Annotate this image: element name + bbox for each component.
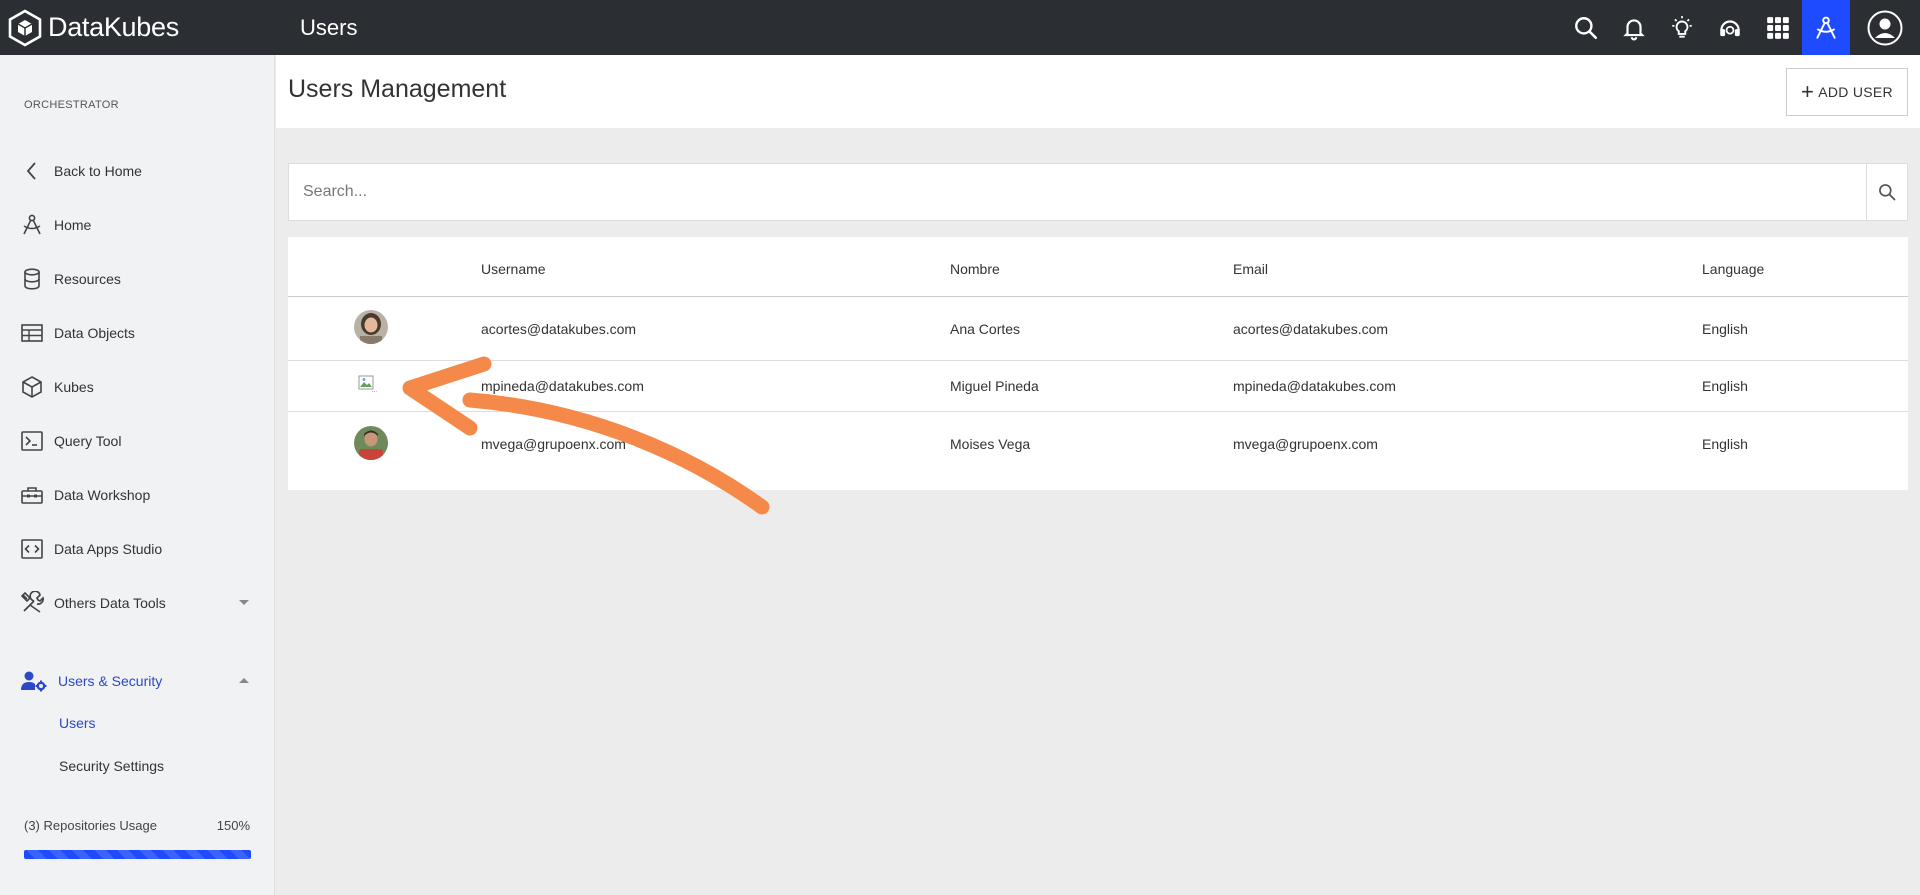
cell-email: mvega@grupoenx.com	[1233, 436, 1378, 452]
cell-nombre: Ana Cortes	[950, 321, 1021, 337]
plus-icon: +	[1801, 79, 1815, 104]
apps-button[interactable]	[1754, 0, 1802, 55]
compass-icon	[1816, 16, 1836, 39]
sidebar-subitem-security-settings[interactable]: Security Settings	[59, 758, 164, 774]
user-menu-button[interactable]	[1850, 0, 1920, 55]
support-button[interactable]	[1706, 0, 1754, 55]
sidebar-item-kubes[interactable]: Kubes	[0, 367, 275, 407]
sidebar-item-label: Kubes	[54, 379, 94, 395]
column-header-nombre[interactable]: Nombre	[950, 261, 1000, 277]
cell-language: English	[1702, 436, 1748, 452]
sidebar-item-others-data-tools[interactable]: Others Data Tools	[0, 583, 275, 623]
cell-nombre: Moises Vega	[950, 436, 1031, 452]
search-input[interactable]	[289, 164, 1866, 220]
sidebar-item-resources[interactable]: Resources	[0, 259, 275, 299]
orchestrator-button[interactable]	[1802, 0, 1850, 55]
broken-image-icon: ...	[358, 375, 382, 395]
chevron-up-icon	[239, 678, 249, 683]
add-user-button[interactable]: + ADD USER	[1786, 68, 1908, 116]
cube-icon	[20, 375, 44, 399]
sidebar-item-users-security[interactable]: Users & Security	[0, 661, 275, 701]
top-bar: DataKubes Users	[0, 0, 1920, 55]
sidebar-item-label: Data Objects	[54, 325, 135, 341]
compass-icon	[20, 213, 44, 237]
sidebar-item-label: Back to Home	[54, 163, 142, 179]
sidebar-subitem-users[interactable]: Users	[59, 715, 96, 731]
table-row[interactable]: ... mpineda@datakubes.com Miguel Pineda …	[288, 361, 1908, 412]
add-user-label: ADD USER	[1818, 84, 1893, 100]
sidebar-item-home[interactable]: Home	[0, 205, 275, 245]
page-title: Users	[300, 14, 358, 40]
sidebar-item-label: Data Apps Studio	[54, 541, 163, 557]
cell-username: acortes@datakubes.com	[481, 321, 637, 337]
user-avatar-icon	[1867, 10, 1903, 45]
repositories-usage-label: (3) Repositories Usage	[24, 818, 157, 833]
chevron-down-icon	[239, 600, 249, 605]
cell-language: English	[1702, 378, 1748, 394]
table-icon	[20, 321, 44, 345]
repositories-usage-bar	[24, 850, 251, 859]
terminal-icon	[20, 429, 44, 453]
search-submit-button[interactable]	[1866, 164, 1907, 220]
sidebar-item-label: Query Tool	[54, 433, 122, 449]
chevron-left-icon	[20, 159, 44, 183]
sidebar-item-label: Data Workshop	[54, 487, 151, 503]
table-row[interactable]: acortes@datakubes.com Ana Cortes acortes…	[288, 298, 1908, 361]
toolbox-icon	[20, 483, 44, 507]
sidebar-item-query-tool[interactable]: Query Tool	[0, 421, 275, 461]
avatar	[354, 426, 388, 460]
table-header: Username Nombre Email Language	[288, 237, 1908, 297]
database-icon	[20, 267, 44, 291]
svg-text:...: ...	[372, 388, 377, 394]
cell-username: mpineda@datakubes.com	[481, 378, 644, 394]
sidebar-item-back-to-home[interactable]: Back to Home	[0, 151, 275, 191]
tools-icon	[20, 591, 44, 615]
sidebar-item-data-objects[interactable]: Data Objects	[0, 313, 275, 353]
column-header-username[interactable]: Username	[481, 261, 546, 277]
sidebar-item-data-apps-studio[interactable]: Data Apps Studio	[0, 529, 275, 569]
users-table: Username Nombre Email Language acortes@d…	[288, 237, 1908, 490]
notifications-button[interactable]	[1610, 0, 1658, 55]
search-bar	[288, 163, 1908, 221]
sidebar: ORCHESTRATOR Back to Home Home Resources…	[0, 55, 275, 895]
search-icon	[1575, 16, 1598, 39]
code-icon	[20, 537, 44, 561]
brand-name: DataKubes	[48, 12, 179, 42]
main-header: Users Management	[276, 55, 1920, 128]
cell-email: acortes@datakubes.com	[1233, 321, 1389, 337]
column-header-email[interactable]: Email	[1233, 261, 1268, 277]
sidebar-section-label: ORCHESTRATOR	[24, 99, 119, 111]
repositories-usage-percent: 150%	[216, 818, 250, 833]
search-icon	[1879, 184, 1896, 201]
brand[interactable]: DataKubes	[0, 0, 275, 55]
avatar	[354, 310, 388, 344]
repositories-usage-fill	[24, 850, 251, 859]
search-button[interactable]	[1562, 0, 1610, 55]
bell-icon	[1623, 18, 1645, 40]
headset-icon	[1720, 19, 1740, 36]
sidebar-item-data-workshop[interactable]: Data Workshop	[0, 475, 275, 515]
user-gear-icon	[20, 669, 48, 693]
sidebar-item-label: Others Data Tools	[54, 595, 166, 611]
cell-email: mpineda@datakubes.com	[1233, 378, 1396, 394]
grid-icon	[1767, 16, 1789, 39]
lightbulb-icon	[1672, 15, 1692, 38]
sidebar-item-label: Home	[54, 217, 92, 233]
table-row[interactable]: mvega@grupoenx.com Moises Vega mvega@gru…	[288, 412, 1908, 490]
datakubes-logo-icon	[8, 9, 42, 46]
sidebar-item-label: Users & Security	[58, 673, 163, 689]
cell-nombre: Miguel Pineda	[950, 378, 1039, 394]
column-header-language[interactable]: Language	[1702, 261, 1764, 277]
cell-username: mvega@grupoenx.com	[481, 436, 626, 452]
sidebar-item-label: Resources	[54, 271, 121, 287]
cell-language: English	[1702, 321, 1748, 337]
users-management-heading: Users Management	[288, 75, 507, 103]
ideas-button[interactable]	[1658, 0, 1706, 55]
